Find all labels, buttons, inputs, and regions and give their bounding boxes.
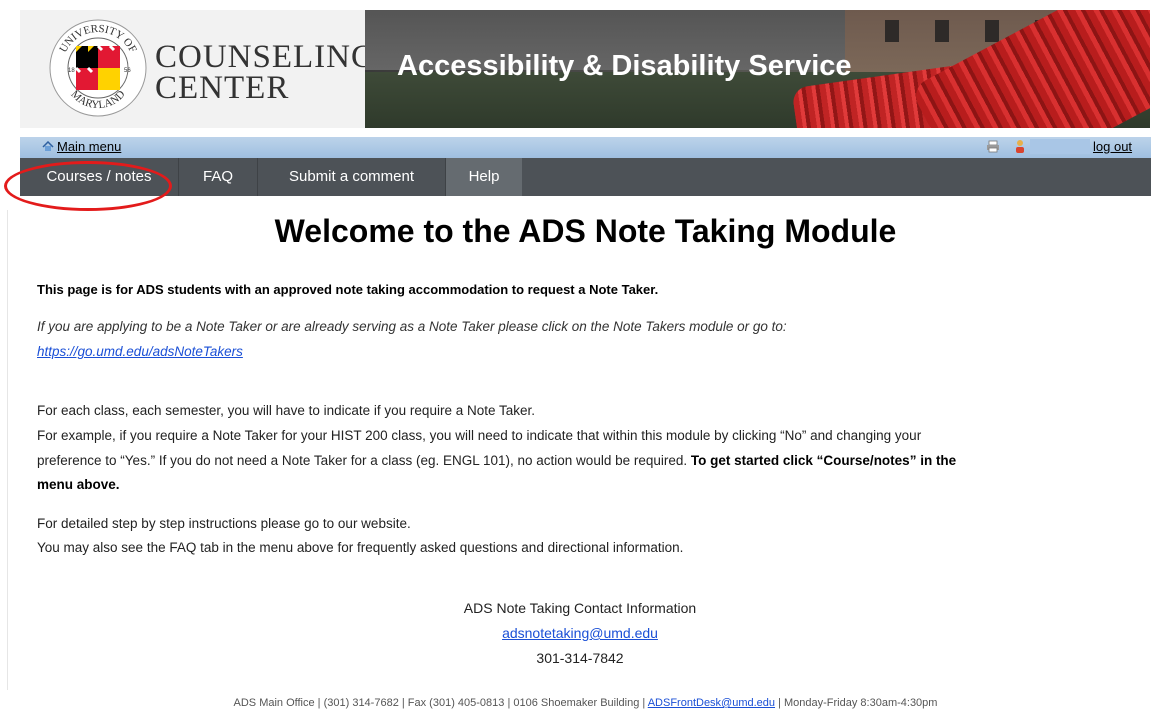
svg-text:18: 18 bbox=[68, 68, 75, 74]
paragraph-line: For detailed step by step instructions p… bbox=[37, 516, 411, 531]
print-icon[interactable] bbox=[986, 140, 1000, 153]
contact-phone: 301-314-7842 bbox=[536, 650, 624, 666]
content-left-border bbox=[7, 210, 8, 690]
note-taker-info: If you are applying to be a Note Taker o… bbox=[37, 319, 787, 334]
tab-help[interactable]: Help bbox=[446, 158, 522, 196]
top-utility-bar: Main menu log out bbox=[20, 137, 1151, 158]
logo-wordmark: COUNSELING CENTER bbox=[155, 39, 376, 106]
paragraph-line: You may also see the FAQ tab in the menu… bbox=[37, 540, 684, 555]
logout-link[interactable]: log out bbox=[1093, 139, 1132, 154]
note-takers-module-link[interactable]: https://go.umd.edu/adsNoteTakers bbox=[37, 344, 243, 359]
paragraph-line: menu above. bbox=[37, 477, 120, 492]
paragraph-bold-instruction: To get started click “Course/notes” in t… bbox=[690, 453, 957, 468]
paragraph-line: For example, if you require a Note Taker… bbox=[37, 428, 922, 443]
main-menu-label: Main menu bbox=[57, 139, 122, 154]
main-nav: Courses / notes FAQ Submit a comment Hel… bbox=[20, 158, 1151, 196]
university-seal-icon: UNIVERSITY OF MARYLAND 18 56 bbox=[49, 19, 147, 117]
contact-heading: ADS Note Taking Contact Information bbox=[463, 600, 697, 616]
intro-text: This page is for ADS students with an ap… bbox=[37, 282, 659, 297]
page-title: Welcome to the ADS Note Taking Module bbox=[274, 213, 897, 249]
tab-submit-comment[interactable]: Submit a comment bbox=[258, 158, 446, 196]
svg-text:56: 56 bbox=[124, 68, 131, 74]
footer-info: ADS Main Office | (301) 314-7682 | Fax (… bbox=[233, 697, 648, 709]
logo-line-1: COUNSELING bbox=[155, 39, 376, 75]
banner-photo: Accessibility & Disability Service bbox=[365, 10, 1150, 128]
user-icon bbox=[1016, 140, 1024, 153]
site-banner: UNIVERSITY OF MARYLAND 18 56 COUNSELING … bbox=[20, 10, 1150, 128]
paragraph-line: For each class, each semester, you will … bbox=[37, 403, 536, 418]
user-name-redacted bbox=[1030, 139, 1090, 154]
highlight-annotation bbox=[4, 161, 172, 211]
logo-line-2: CENTER bbox=[155, 70, 290, 106]
footer: ADS Main Office | (301) 314-7682 | Fax (… bbox=[20, 697, 1151, 709]
home-icon bbox=[42, 141, 54, 151]
tab-faq[interactable]: FAQ bbox=[179, 158, 258, 196]
contact-email-link[interactable]: adsnotetaking@umd.edu bbox=[502, 625, 658, 641]
footer-hours: | Monday-Friday 8:30am-4:30pm bbox=[775, 697, 938, 709]
paragraph-line: preference to “Yes.” If you do not need … bbox=[37, 453, 956, 468]
banner-title: Accessibility & Disability Service bbox=[397, 50, 852, 82]
counseling-center-logo[interactable]: UNIVERSITY OF MARYLAND 18 56 COUNSELING … bbox=[20, 10, 375, 128]
footer-email-link[interactable]: ADSFrontDesk@umd.edu bbox=[648, 697, 775, 709]
paragraph-plain: preference to “Yes.” If you do not need … bbox=[37, 453, 691, 468]
paragraph-bold-instruction: menu above. bbox=[37, 477, 120, 492]
contact-email-row: adsnotetaking@umd.edu bbox=[320, 625, 840, 641]
main-menu-link[interactable]: Main menu bbox=[42, 139, 121, 154]
